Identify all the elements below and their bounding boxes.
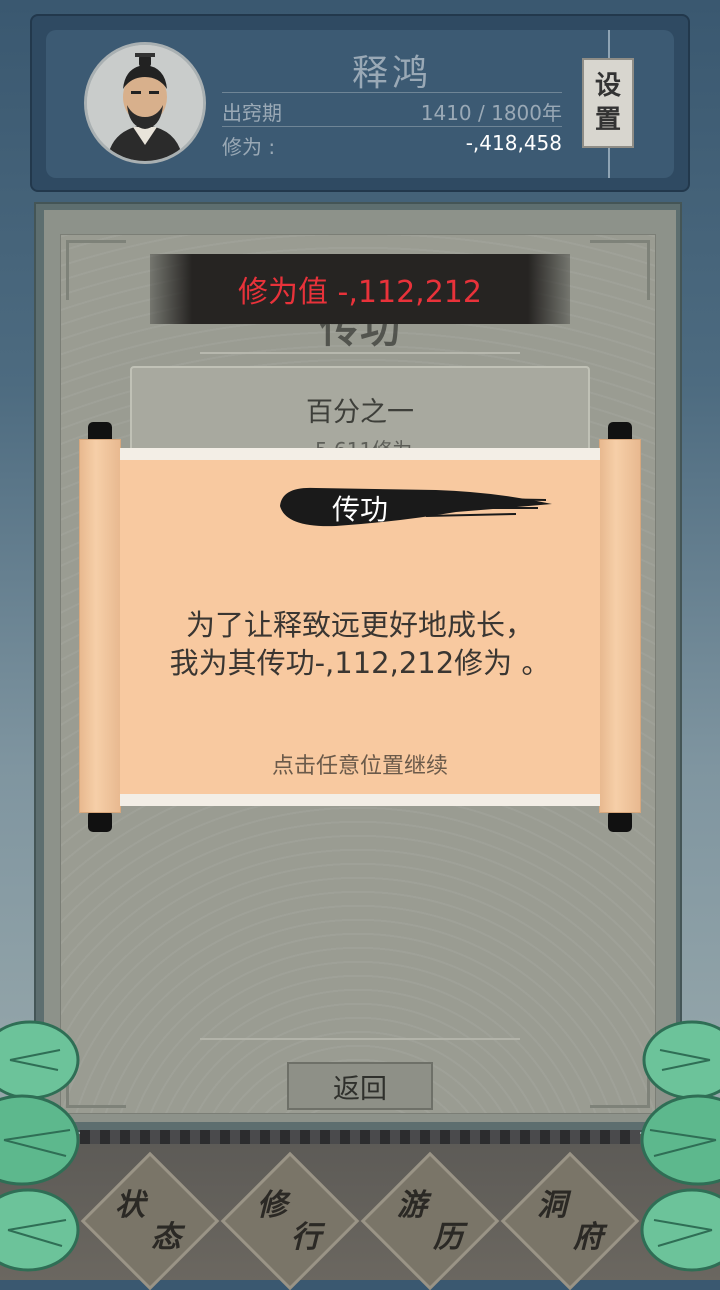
scroll-knob-bottom-right	[608, 810, 632, 832]
nav-fringe	[80, 1130, 640, 1144]
nav-cave-label: 洞 府	[515, 1190, 625, 1254]
pine-tree-left	[0, 1020, 80, 1272]
dialog-message-line-1: 为了让释致远更好地成长，	[185, 608, 534, 642]
nav-travel-char-1: 游	[397, 1188, 427, 1223]
dialog-message: 为了让释致远更好地成长， 我为其传功-,112,212修为 。	[120, 606, 600, 682]
nav-cultivate-label: 修 行	[235, 1190, 345, 1254]
nav-travel-char-2: 历	[433, 1220, 463, 1255]
dialog-message-line-2: 我为其传功-,112,212修为 。	[169, 646, 551, 680]
nav-status-char-1: 状	[115, 1188, 145, 1223]
dialog-title: 传功	[331, 493, 388, 526]
scroll-roller-right	[600, 440, 640, 812]
nav-status-char-2: 态	[151, 1220, 181, 1255]
nav-cave-char-1: 洞	[537, 1188, 567, 1223]
scroll-knob-bottom-left	[88, 810, 112, 832]
continue-hint: 点击任意位置继续	[271, 754, 448, 779]
nav-status-label: 状 态	[95, 1190, 205, 1254]
scroll-roller-left	[80, 440, 120, 812]
nav-cave-char-2: 府	[573, 1220, 603, 1255]
pine-tree-right	[640, 1020, 720, 1272]
nav-cultivate-char-1: 修	[257, 1188, 287, 1223]
nav-travel-label: 游 历	[375, 1190, 485, 1254]
nav-cultivate-char-2: 行	[291, 1220, 321, 1255]
